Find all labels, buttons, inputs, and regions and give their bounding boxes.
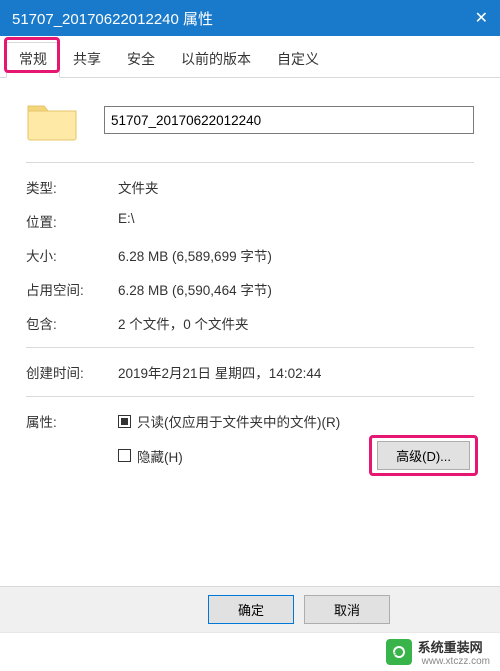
- label-type: 类型:: [26, 177, 118, 197]
- close-icon[interactable]: ✕: [475, 8, 488, 28]
- value-type: 文件夹: [118, 177, 474, 197]
- checkbox-readonly[interactable]: [118, 415, 131, 428]
- ok-button[interactable]: 确定: [208, 595, 294, 624]
- tab-security[interactable]: 安全: [114, 42, 168, 77]
- tab-share[interactable]: 共享: [60, 42, 114, 77]
- titlebar: 51707_20170622012240 属性 ✕: [0, 0, 500, 36]
- window-title: 51707_20170622012240 属性: [12, 8, 213, 29]
- watermark-url: www.xtczz.com: [422, 656, 490, 667]
- value-contains: 2 个文件，0 个文件夹: [118, 313, 474, 333]
- watermark-footer: 系统重装网 www.xtczz.com: [0, 632, 500, 671]
- label-size: 大小:: [26, 245, 118, 265]
- label-hidden: 隐藏(H): [137, 446, 183, 466]
- tab-strip: 常规 共享 安全 以前的版本 自定义: [0, 36, 500, 78]
- separator: [26, 396, 474, 397]
- properties-panel: 类型: 文件夹 位置: E:\ 大小: 6.28 MB (6,589,699 字…: [0, 78, 500, 480]
- advanced-button[interactable]: 高级(D)...: [377, 441, 470, 470]
- label-contains: 包含:: [26, 313, 118, 333]
- label-readonly: 只读(仅应用于文件夹中的文件)(R): [137, 411, 340, 431]
- separator: [26, 347, 474, 348]
- folder-name-input[interactable]: [104, 106, 474, 134]
- folder-icon: [26, 98, 78, 142]
- watermark-brand: 系统重装网: [418, 637, 490, 656]
- watermark-logo-icon: [386, 639, 412, 665]
- label-attributes: 属性:: [26, 411, 118, 431]
- value-size: 6.28 MB (6,589,699 字节): [118, 245, 474, 265]
- value-size-on-disk: 6.28 MB (6,590,464 字节): [118, 279, 474, 299]
- label-created: 创建时间:: [26, 362, 118, 382]
- dialog-button-bar: 确定 取消 应用: [0, 586, 500, 632]
- cancel-button[interactable]: 取消: [304, 595, 390, 624]
- value-location: E:\: [118, 211, 474, 231]
- label-location: 位置:: [26, 211, 118, 231]
- value-created: 2019年2月21日 星期四，14:02:44: [118, 362, 474, 382]
- separator: [26, 162, 474, 163]
- tab-customize[interactable]: 自定义: [264, 42, 332, 77]
- tab-general[interactable]: 常规: [6, 42, 60, 78]
- tab-previous-versions[interactable]: 以前的版本: [168, 42, 264, 77]
- label-size-on-disk: 占用空间:: [26, 279, 118, 299]
- checkbox-hidden[interactable]: [118, 449, 131, 462]
